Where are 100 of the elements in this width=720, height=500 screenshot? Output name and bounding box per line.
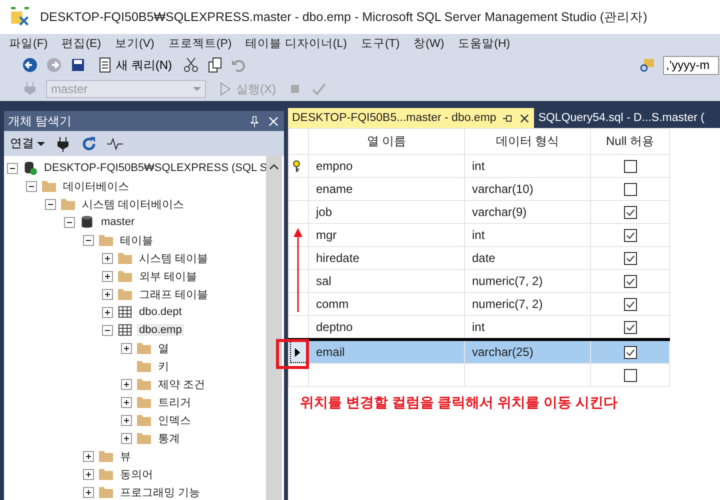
menu-item[interactable]: 프로젝트(P) — [163, 36, 241, 51]
menu-item[interactable]: 편집(E) — [56, 36, 110, 51]
column-header[interactable]: Null 허용 — [590, 128, 670, 154]
plug-icon[interactable] — [55, 136, 71, 152]
checkmark-icon[interactable] — [311, 81, 327, 97]
menu-item[interactable]: 파일(F) — [4, 36, 57, 51]
expand-toggle[interactable] — [121, 396, 132, 408]
expand-toggle[interactable] — [121, 432, 132, 444]
connect-button[interactable]: 연결 — [10, 135, 45, 152]
tree-item[interactable]: 테이블 — [118, 232, 155, 248]
checkbox[interactable] — [624, 183, 636, 196]
tree-item[interactable]: 외부 테이블 — [137, 268, 200, 284]
pin-icon[interactable] — [248, 114, 261, 128]
expand-toggle[interactable] — [83, 468, 94, 480]
collapse-toggle[interactable] — [45, 198, 56, 210]
table-cell[interactable]: int — [472, 320, 485, 334]
window-title: DESKTOP-FQI50B5₩SQLEXPRESS.master - dbo.emp - Microsoft SQL Server Management Studio (관리자) — [40, 8, 648, 26]
cut-icon[interactable] — [183, 57, 199, 73]
tree-item[interactable]: 프로그래밍 기능 — [118, 484, 202, 500]
column-header[interactable]: 열 이름 — [308, 128, 464, 154]
expand-toggle[interactable] — [102, 288, 113, 300]
table-cell[interactable]: email — [316, 345, 345, 359]
expand-toggle[interactable] — [121, 378, 132, 390]
search-field[interactable]: ,'yyyy-m — [663, 56, 719, 74]
collapse-toggle[interactable] — [102, 324, 113, 336]
checkbox[interactable] — [624, 321, 636, 334]
tree-item[interactable]: dbo.dept — [137, 306, 184, 318]
tree-item[interactable]: 트리거 — [156, 394, 193, 410]
expand-toggle[interactable] — [83, 450, 94, 462]
folder-icon — [117, 269, 133, 283]
tree-item[interactable]: 통계 — [156, 430, 182, 446]
menu-item[interactable]: 테이블 디자이너(L) — [240, 36, 356, 51]
database-icon — [79, 215, 95, 229]
checkbox[interactable] — [624, 206, 636, 220]
expand-toggle[interactable] — [102, 252, 113, 264]
table-cell[interactable]: sal — [316, 274, 332, 288]
annotation-text: 위치를 변경할 컬럼을 클릭해서 위치를 이동 시킨다 — [300, 394, 618, 412]
table-cell[interactable]: hiredate — [316, 251, 360, 265]
table-cell[interactable]: int — [472, 228, 485, 242]
expand-toggle[interactable] — [102, 306, 113, 318]
tree-item[interactable]: 인덱스 — [156, 412, 193, 428]
refresh-icon[interactable] — [81, 136, 97, 152]
close-icon[interactable] — [519, 112, 530, 124]
tree-item[interactable]: 그래프 테이블 — [137, 286, 210, 302]
server-icon — [22, 161, 38, 175]
checkbox[interactable] — [624, 298, 636, 312]
expand-toggle[interactable] — [102, 270, 113, 282]
collapse-toggle[interactable] — [83, 234, 94, 246]
checkbox[interactable] — [624, 275, 636, 288]
folder-icon — [98, 449, 114, 463]
column-header[interactable]: 데이터 형식 — [464, 128, 590, 154]
expand-toggle[interactable] — [121, 342, 132, 354]
table-cell[interactable]: comm — [316, 297, 349, 311]
pin-icon[interactable] — [502, 112, 514, 124]
tree-item[interactable]: dbo.emp — [137, 324, 184, 336]
tree-item[interactable]: 열 — [156, 340, 171, 356]
menu-item[interactable]: 도움말(H) — [453, 36, 520, 51]
folder-icon — [117, 251, 133, 265]
table-cell[interactable]: mgr — [316, 228, 337, 242]
collapse-toggle[interactable] — [26, 180, 37, 192]
save-icon[interactable] — [70, 57, 86, 73]
copy-icon[interactable] — [207, 57, 223, 73]
tree-item[interactable]: 시스템 데이터베이스 — [80, 196, 186, 212]
document-tab[interactable]: SQLQuery54.sql - D...S.master ( — [534, 108, 708, 128]
folder-icon — [136, 377, 152, 391]
table-icon — [117, 305, 133, 319]
folder-icon — [98, 485, 114, 499]
tree-item[interactable]: 키 — [156, 358, 171, 374]
tree-item[interactable]: 데이터베이스 — [61, 178, 131, 194]
tree-item[interactable]: master — [99, 216, 137, 228]
collapse-toggle[interactable] — [64, 216, 75, 228]
table-cell[interactable]: date — [472, 251, 496, 265]
scrollbar[interactable] — [266, 156, 282, 500]
tree-item[interactable]: 시스템 테이블 — [137, 250, 210, 266]
folder-search-icon[interactable] — [639, 57, 655, 73]
collapse-toggle[interactable] — [7, 162, 18, 174]
activity-icon[interactable] — [107, 136, 123, 152]
checkbox[interactable] — [624, 346, 636, 360]
expand-toggle[interactable] — [121, 414, 132, 426]
expand-toggle[interactable] — [83, 486, 94, 498]
table-cell[interactable]: ename — [316, 182, 353, 196]
tree-item[interactable]: 뷰 — [118, 448, 133, 464]
checkbox[interactable] — [624, 160, 636, 174]
table-cell[interactable]: int — [472, 159, 485, 173]
tree-item[interactable]: 동의어 — [118, 466, 155, 482]
table-cell[interactable]: deptno — [316, 320, 353, 334]
menu-item[interactable]: 보기(V) — [110, 36, 164, 51]
tree-item[interactable]: 제약 조건 — [156, 376, 208, 392]
back-icon[interactable] — [22, 57, 38, 73]
document-tab[interactable]: DESKTOP-FQI50B5...master - dbo.emp — [288, 108, 534, 128]
checkbox[interactable] — [624, 229, 636, 242]
table-cell[interactable]: job — [316, 205, 332, 219]
menu-item[interactable]: 도구(T) — [356, 36, 409, 51]
folder-icon — [41, 179, 57, 193]
checkbox[interactable] — [624, 369, 636, 382]
table-cell[interactable]: empno — [316, 159, 353, 173]
menu-item[interactable]: 창(W) — [408, 36, 454, 51]
checkbox[interactable] — [624, 252, 636, 266]
new-query-button[interactable]: 새 쿼리(N) — [94, 56, 175, 74]
scroll-up-icon[interactable] — [269, 164, 279, 170]
